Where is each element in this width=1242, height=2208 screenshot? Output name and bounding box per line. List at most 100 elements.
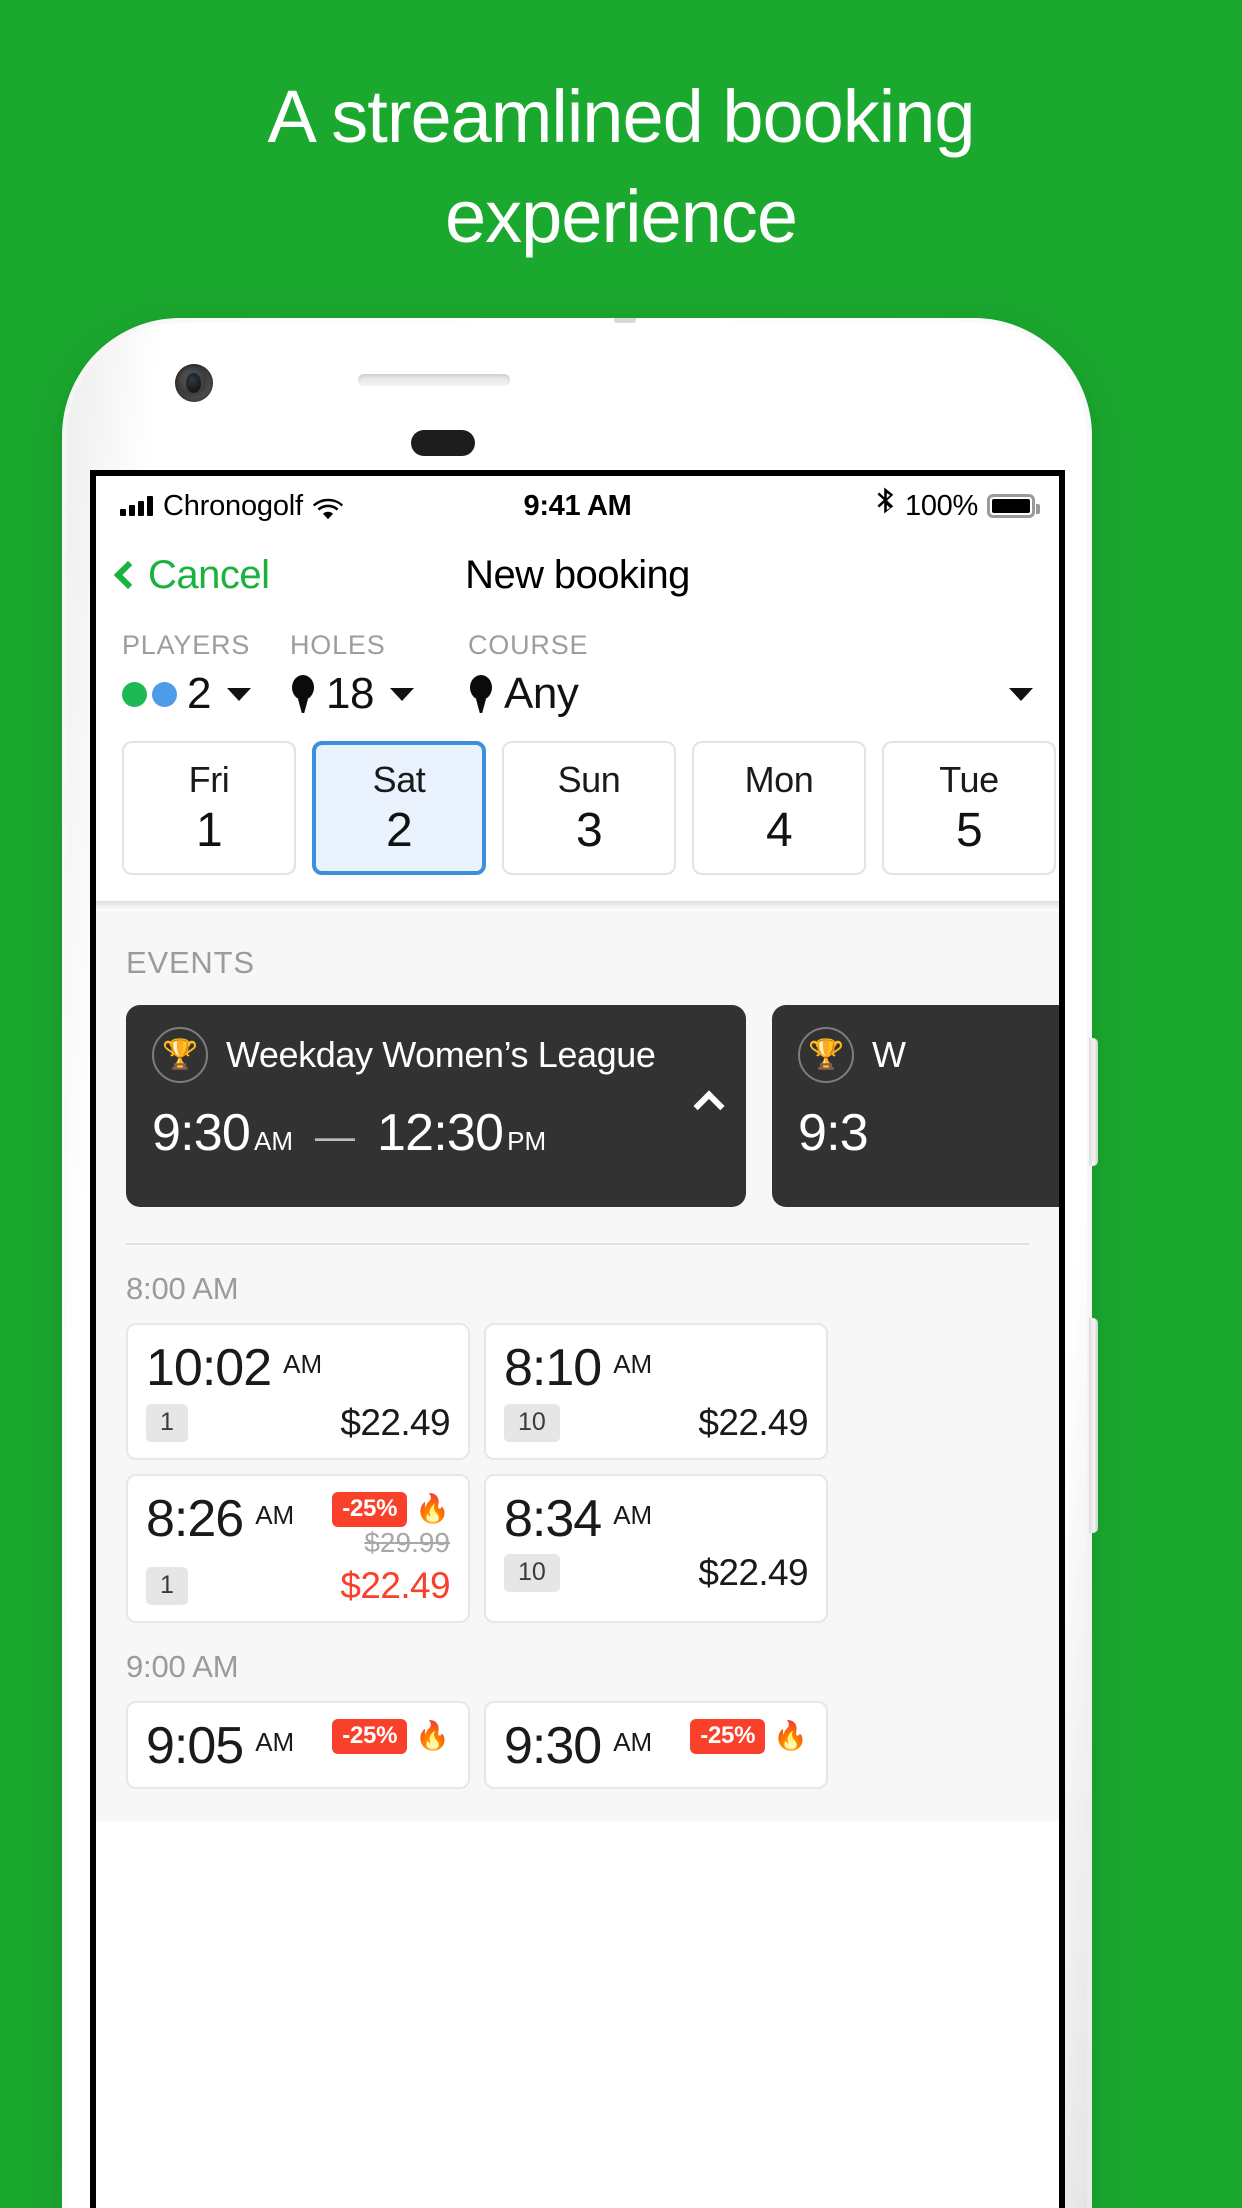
tee-time-slot[interactable]: 8:26 AM -25% 🔥 $29.99 1 $22.49 xyxy=(126,1473,470,1623)
date-dow: Sat xyxy=(372,758,426,800)
event-start-time: 9:3 xyxy=(798,1104,869,1162)
sensor-pill xyxy=(411,430,475,456)
date-num: 1 xyxy=(195,803,223,857)
slot-discount-row: -25% 🔥 xyxy=(332,1718,450,1754)
chevron-down-icon xyxy=(226,687,251,701)
slot-discount-block: -25% 🔥 $29.99 xyxy=(332,1491,450,1559)
tee-time-slot[interactable]: 8:34 AM 10 $22.49 xyxy=(484,1473,828,1623)
slot-meridiem: AM xyxy=(613,1726,653,1757)
slot-bottom-row: 10 $22.49 xyxy=(504,1401,809,1444)
slot-time: 8:10 xyxy=(504,1339,602,1397)
golf-tee-icon xyxy=(290,675,316,713)
slot-bottom-row: 1 $22.49 xyxy=(146,1401,451,1444)
headline-line-1: A streamlined booking xyxy=(267,75,975,158)
date-num: 2 xyxy=(385,803,413,857)
date-cell-tue-5[interactable]: Tue 5 xyxy=(882,741,1056,875)
filter-holes-value-row: 18 xyxy=(290,669,468,719)
date-cell-sat-2[interactable]: Sat 2 xyxy=(312,741,486,875)
slot-time: 8:26 xyxy=(146,1489,244,1548)
events-section-title: EVENTS xyxy=(126,945,255,980)
slot-old-price: $29.99 xyxy=(364,1526,450,1558)
date-num: 5 xyxy=(955,803,983,857)
slot-meridiem: AM xyxy=(255,1726,295,1757)
battery-full-icon xyxy=(987,494,1040,518)
chevron-down-icon xyxy=(389,687,414,701)
event-card[interactable]: 🏆 Weekday Women’s League 9:30 AM — 12:30 P… xyxy=(126,1005,746,1207)
phone-antenna-line xyxy=(614,318,636,323)
slot-meridiem: AM xyxy=(283,1349,323,1379)
slot-top-row: 8:26 AM -25% 🔥 $29.99 xyxy=(146,1489,450,1559)
filter-players[interactable]: PLAYERS 2 xyxy=(122,630,290,719)
slot-discount-row: -25% 🔥 xyxy=(332,1491,450,1527)
event-time-range: 9:3 xyxy=(798,1103,1059,1163)
filter-course[interactable]: COURSE Any xyxy=(468,630,1033,719)
slot-discount-block: -25% 🔥 xyxy=(332,1718,450,1754)
event-start: 9:30 AM xyxy=(152,1103,293,1163)
event-card[interactable]: 🏆 W 9:3 xyxy=(772,1005,1059,1207)
filter-holes-value: 18 xyxy=(326,669,374,718)
filter-course-value-row: Any xyxy=(468,669,1033,719)
event-name: W xyxy=(872,1034,906,1075)
tee-time-slot[interactable]: 10:02 AM 1 $22.49 xyxy=(126,1323,470,1460)
discount-badge: -25% xyxy=(690,1718,766,1754)
discount-badge: -25% xyxy=(332,1491,408,1527)
event-end: 12:30 PM xyxy=(377,1103,546,1163)
front-camera-icon xyxy=(175,364,213,402)
slot-time: 8:34 xyxy=(504,1489,602,1548)
event-start-time: 9:30 xyxy=(152,1104,251,1162)
slot-holes-chip: 10 xyxy=(504,1554,560,1593)
date-cell-fri-1[interactable]: Fri 1 xyxy=(122,741,296,875)
events-carousel[interactable]: 🏆 Weekday Women’s League 9:30 AM — 12:30 P… xyxy=(96,1005,1059,1207)
slot-meridiem: AM xyxy=(255,1499,295,1530)
event-card-header: 🏆 Weekday Women’s League xyxy=(152,1027,720,1083)
slot-meridiem: AM xyxy=(613,1349,653,1379)
slot-time: 9:30 xyxy=(504,1716,602,1775)
booking-content: EVENTS 🏆 Weekday Women’s League 9:30 AM —… xyxy=(96,911,1059,1821)
slot-price: $22.49 xyxy=(340,1401,450,1443)
tee-time-slot[interactable]: 8:10 AM 10 $22.49 xyxy=(484,1323,828,1460)
slot-price: $22.49 xyxy=(698,1401,808,1443)
time-group-label-0800: 8:00 AM xyxy=(126,1271,239,1306)
golf-tee-icon xyxy=(468,675,494,713)
date-num: 3 xyxy=(575,803,603,857)
date-cell-mon-4[interactable]: Mon 4 xyxy=(692,741,866,875)
ios-status-bar: Chronogolf 9:41 AM 100% xyxy=(96,476,1059,536)
tee-time-slot[interactable]: 9:05 AM -25% 🔥 xyxy=(126,1700,470,1790)
slot-discount-block: -25% 🔥 xyxy=(690,1718,808,1754)
slot-price: $22.49 xyxy=(340,1564,450,1606)
event-time-range: 9:30 AM — 12:30 PM xyxy=(152,1103,720,1163)
slot-top-row: 9:30 AM -25% 🔥 xyxy=(504,1716,808,1775)
date-dow: Fri xyxy=(188,758,230,800)
volume-down-button[interactable] xyxy=(1089,1318,1098,1533)
tee-time-slot-grid-0800: 10:02 AM 1 $22.49 8:10 AM 10 $22.49 8:26… xyxy=(96,1323,1059,1623)
date-dow: Tue xyxy=(939,758,999,800)
headline-line-2: experience xyxy=(444,175,798,258)
volume-up-button[interactable] xyxy=(1089,1038,1098,1166)
slot-meridiem: AM xyxy=(613,1499,653,1530)
date-dow: Mon xyxy=(744,758,814,800)
date-cell-sun-3[interactable]: Sun 3 xyxy=(502,741,676,875)
players-dots-icon xyxy=(122,681,177,707)
slot-discount-row: -25% 🔥 xyxy=(690,1718,808,1754)
trophy-icon: 🏆 xyxy=(798,1027,854,1083)
date-selector-strip[interactable]: Fri 1 Sat 2 Sun 3 Mon 4 Tue 5 xyxy=(96,719,1059,901)
slot-top-row: 9:05 AM -25% 🔥 xyxy=(146,1716,450,1775)
trophy-icon: 🏆 xyxy=(152,1027,208,1083)
event-end-time: 12:30 xyxy=(377,1104,504,1162)
discount-badge: -25% xyxy=(332,1718,408,1754)
event-dash: — xyxy=(315,1115,356,1159)
slot-time: 9:05 xyxy=(146,1716,244,1775)
slot-top-row: 8:10 AM xyxy=(504,1341,808,1396)
filter-holes[interactable]: HOLES 18 xyxy=(290,630,468,719)
page-headline: A streamlined booking experience xyxy=(0,80,1242,254)
date-dow: Sun xyxy=(557,758,621,800)
filter-bar: PLAYERS 2 HOLES 18 COURSE Any xyxy=(96,614,1059,719)
filter-holes-label: HOLES xyxy=(290,630,386,660)
status-bar-clock: 9:41 AM xyxy=(523,489,632,522)
filter-course-label: COURSE xyxy=(468,630,589,660)
chevron-down-icon xyxy=(1009,687,1033,701)
header-shadow xyxy=(96,901,1059,911)
tee-time-slot[interactable]: 9:30 AM -25% 🔥 xyxy=(484,1700,828,1790)
flame-icon: 🔥 xyxy=(415,1493,450,1525)
phone-mockup: Chronogolf 9:41 AM 100% Cancel New booki… xyxy=(62,318,1098,2208)
